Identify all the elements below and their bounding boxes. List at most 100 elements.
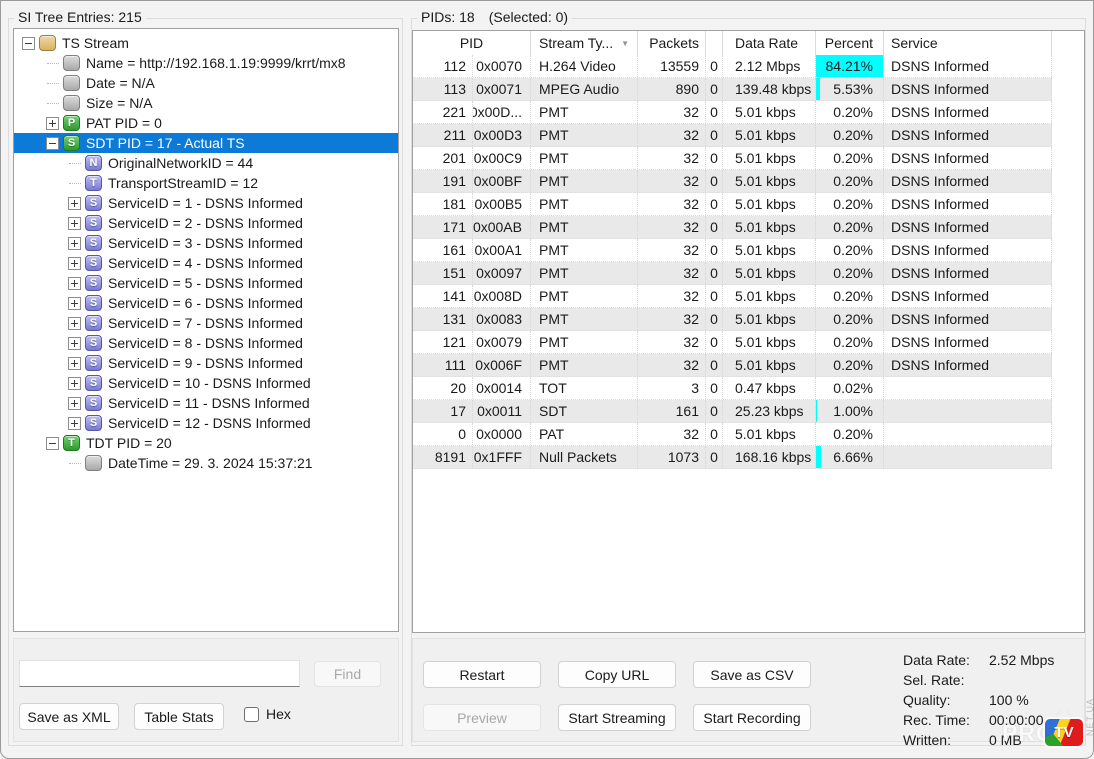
save-as-csv-button[interactable]: Save as CSV [693, 661, 811, 688]
table-row[interactable]: 1110x006FPMT3205.01 kbps0.20%DSNS Inform… [413, 354, 1052, 377]
expand-plus-icon[interactable] [68, 217, 81, 230]
tree-node[interactable]: PPAT PID = 0 [14, 113, 398, 133]
restart-button[interactable]: Restart [423, 661, 541, 688]
table-row[interactable]: 00x0000PAT3205.01 kbps0.20% [413, 423, 1052, 446]
tree-node[interactable]: SServiceID = 10 - DSNS Informed [14, 373, 398, 393]
table-row[interactable]: 170x0011SDT161025.23 kbps1.00% [413, 400, 1052, 423]
gray-icon [85, 455, 102, 471]
expand-plus-icon[interactable] [68, 377, 81, 390]
table-row[interactable]: 1310x0083PMT3205.01 kbps0.20%DSNS Inform… [413, 308, 1052, 331]
cell-rate: 5.01 kbps [723, 216, 816, 238]
tree-node[interactable]: SServiceID = 12 - DSNS Informed [14, 413, 398, 433]
table-row[interactable]: 1510x0097PMT3205.01 kbps0.20%DSNS Inform… [413, 262, 1052, 285]
purple-s-icon: S [85, 255, 102, 271]
column-header-percent[interactable]: Percent [816, 31, 884, 55]
column-header-service[interactable]: Service [884, 31, 1052, 55]
column-header-stream_type[interactable]: Stream Ty...▼ [531, 31, 638, 55]
tree-node[interactable]: Size = N/A [14, 93, 398, 113]
stat-label: Written: [903, 730, 989, 750]
tree-node[interactable]: SServiceID = 5 - DSNS Informed [14, 273, 398, 293]
expand-plus-icon[interactable] [68, 297, 81, 310]
expand-plus-icon[interactable] [68, 197, 81, 210]
expand-plus-icon[interactable] [68, 357, 81, 370]
pid-table[interactable]: PIDStream Ty...▼Packets Data RatePercentS… [412, 30, 1085, 633]
table-header-row: PIDStream Ty...▼Packets Data RatePercentS… [413, 31, 1084, 55]
collapse-minus-icon[interactable] [46, 137, 59, 150]
find-input[interactable] [19, 660, 300, 687]
cell-percent: 84.21% [816, 55, 884, 77]
expand-plus-icon[interactable] [68, 257, 81, 270]
tree-node[interactable]: SServiceID = 1 - DSNS Informed [14, 193, 398, 213]
tree-node[interactable]: Date = N/A [14, 73, 398, 93]
table-row[interactable]: 2210x00D...PMT3205.01 kbps0.20%DSNS Info… [413, 101, 1052, 124]
tree-node[interactable]: SServiceID = 2 - DSNS Informed [14, 213, 398, 233]
cell-cc: 0 [706, 331, 723, 353]
copy-url-button[interactable]: Copy URL [558, 661, 676, 688]
cell-percent: 0.20% [816, 193, 884, 215]
table-row[interactable]: 2110x00D3PMT3205.01 kbps0.20%DSNS Inform… [413, 124, 1052, 147]
tree-node[interactable]: SServiceID = 7 - DSNS Informed [14, 313, 398, 333]
cell-rate: 168.16 kbps [723, 446, 816, 468]
save-as-xml-button[interactable]: Save as XML [19, 703, 119, 730]
tree-node[interactable]: DateTime = 29. 3. 2024 15:37:21 [14, 453, 398, 473]
expand-plus-icon[interactable] [68, 417, 81, 430]
expand-plus-icon[interactable] [68, 237, 81, 250]
tree-node[interactable]: Name = http://192.168.1.19:9999/krrt/mx8 [14, 53, 398, 73]
tree-node[interactable]: SServiceID = 3 - DSNS Informed [14, 233, 398, 253]
cell-type: PMT [531, 262, 638, 284]
cell-cc: 0 [706, 101, 723, 123]
table-row[interactable]: 1810x00B5PMT3205.01 kbps0.20%DSNS Inform… [413, 193, 1052, 216]
column-header-pid[interactable]: PID [413, 31, 531, 55]
cell-service: DSNS Informed [884, 331, 1052, 353]
column-header-cc[interactable] [706, 31, 723, 55]
collapse-minus-icon[interactable] [46, 437, 59, 450]
tree-node[interactable]: SServiceID = 9 - DSNS Informed [14, 353, 398, 373]
expand-plus-icon[interactable] [68, 337, 81, 350]
table-row[interactable]: 2010x00C9PMT3205.01 kbps0.20%DSNS Inform… [413, 147, 1052, 170]
table-row[interactable]: 1710x00ABPMT3205.01 kbps0.20%DSNS Inform… [413, 216, 1052, 239]
tree-node[interactable]: NOriginalNetworkID = 44 [14, 153, 398, 173]
table-row[interactable]: 1130x0071MPEG Audio8900139.48 kbps5.53%D… [413, 78, 1052, 101]
preview-button[interactable]: Preview [423, 704, 541, 731]
cell-percent: 0.20% [816, 101, 884, 123]
table-stats-button[interactable]: Table Stats [134, 703, 224, 730]
table-row[interactable]: 1610x00A1PMT3205.01 kbps0.20%DSNS Inform… [413, 239, 1052, 262]
start-recording-button[interactable]: Start Recording [693, 704, 811, 731]
tree-node[interactable]: TTransportStreamID = 12 [14, 173, 398, 193]
cell-hex: 0x006F [473, 354, 531, 376]
table-row[interactable]: 81910x1FFFNull Packets10730168.16 kbps6.… [413, 446, 1052, 469]
cell-cc: 0 [706, 147, 723, 169]
cell-rate: 139.48 kbps [723, 78, 816, 100]
cell-rate: 5.01 kbps [723, 170, 816, 192]
table-row[interactable]: 1210x0079PMT3205.01 kbps0.20%DSNS Inform… [413, 331, 1052, 354]
collapse-minus-icon[interactable] [22, 37, 35, 50]
cell-percent: 0.20% [816, 239, 884, 261]
tree-node[interactable]: SServiceID = 6 - DSNS Informed [14, 293, 398, 313]
column-header-packets[interactable]: Packets [638, 31, 706, 55]
tree-node[interactable]: TTDT PID = 20 [14, 433, 398, 453]
tree-node[interactable]: SServiceID = 4 - DSNS Informed [14, 253, 398, 273]
tree-node[interactable]: SSDT PID = 17 - Actual TS [14, 133, 398, 153]
start-streaming-button[interactable]: Start Streaming [558, 704, 676, 731]
left-controls-panel: Find Save as XML Table Stats Hex [13, 638, 399, 742]
si-tree[interactable]: TS StreamName = http://192.168.1.19:9999… [13, 28, 399, 632]
table-row[interactable]: 1910x00BFPMT3205.01 kbps0.20%DSNS Inform… [413, 170, 1052, 193]
tree-node[interactable]: SServiceID = 8 - DSNS Informed [14, 333, 398, 353]
tree-node[interactable]: TS Stream [14, 33, 398, 53]
cell-service: DSNS Informed [884, 147, 1052, 169]
table-row[interactable]: 1120x0070H.264 Video1355902.12 Mbps84.21… [413, 55, 1052, 78]
percent-value: 0.20% [833, 127, 873, 143]
expand-plus-icon[interactable] [68, 277, 81, 290]
find-button[interactable]: Find [314, 661, 381, 687]
expand-plus-icon[interactable] [68, 317, 81, 330]
hex-checkbox[interactable] [244, 707, 259, 722]
expand-plus-icon[interactable] [46, 117, 59, 130]
column-header-data_rate[interactable]: Data Rate [723, 31, 816, 55]
expand-plus-icon[interactable] [68, 397, 81, 410]
table-row[interactable]: 200x0014TOT300.47 kbps0.02% [413, 377, 1052, 400]
cell-type: PMT [531, 170, 638, 192]
table-row[interactable]: 1410x008DPMT3205.01 kbps0.20%DSNS Inform… [413, 285, 1052, 308]
percent-bar [816, 400, 817, 422]
tree-node[interactable]: SServiceID = 11 - DSNS Informed [14, 393, 398, 413]
purple-s-icon: S [85, 395, 102, 411]
